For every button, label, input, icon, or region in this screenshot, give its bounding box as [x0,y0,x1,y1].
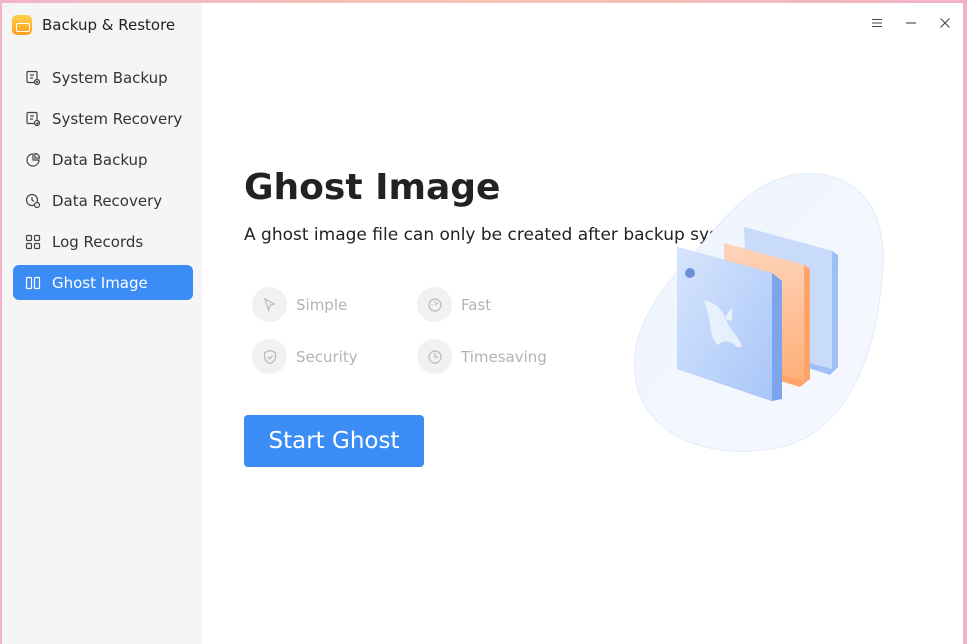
feature-fast: Fast [417,287,491,322]
app-window: Backup & Restore System Backup System Re… [2,3,963,644]
sidebar-item-label: Ghost Image [52,273,148,292]
menu-icon[interactable] [869,15,885,31]
sidebar-item-label: Data Backup [52,150,148,169]
system-recovery-icon [25,111,41,127]
sidebar-item-system-backup[interactable]: System Backup [13,60,193,95]
ghost-image-illustration [632,169,892,454]
feature-security: Security [252,339,358,374]
features-grid: Simple Fast Security Timesaving [252,287,592,377]
feature-label: Fast [461,295,492,314]
sidebar-item-ghost-image[interactable]: Ghost Image [13,265,193,300]
sidebar-item-label: Data Recovery [52,191,163,210]
window-controls [869,15,953,31]
sidebar-item-log-records[interactable]: Log Records [13,224,193,259]
sidebar-item-data-recovery[interactable]: Data Recovery [13,183,193,218]
sidebar-item-label: System Recovery [52,109,183,128]
feature-timesaving: Timesaving [417,339,547,374]
feature-label: Simple [296,295,348,314]
close-icon[interactable] [937,15,953,31]
app-title: Backup & Restore [42,16,176,34]
data-recovery-icon [25,193,41,209]
feature-simple: Simple [252,287,347,322]
minimize-icon[interactable] [903,15,919,31]
start-ghost-button[interactable]: Start Ghost [244,415,424,467]
sidebar-item-data-backup[interactable]: Data Backup [13,142,193,177]
sidebar-item-system-recovery[interactable]: System Recovery [13,101,193,136]
sidebar-item-label: Log Records [52,232,144,251]
feature-label: Security [296,347,358,366]
simple-icon [252,287,287,322]
ghost-image-icon [25,275,41,291]
system-backup-icon [25,70,41,86]
data-backup-icon [25,152,41,168]
timesaving-icon [417,339,452,374]
sidebar-nav: System Backup System Recovery Data Backu… [13,60,193,306]
log-records-icon [25,234,41,250]
page-title: Ghost Image [244,167,501,208]
app-logo-icon [12,15,32,35]
sidebar-item-label: System Backup [52,68,168,87]
feature-label: Timesaving [461,347,547,366]
fast-icon [417,287,452,322]
sidebar: Backup & Restore System Backup System Re… [2,3,202,644]
app-header: Backup & Restore [12,13,175,37]
security-icon [252,339,287,374]
